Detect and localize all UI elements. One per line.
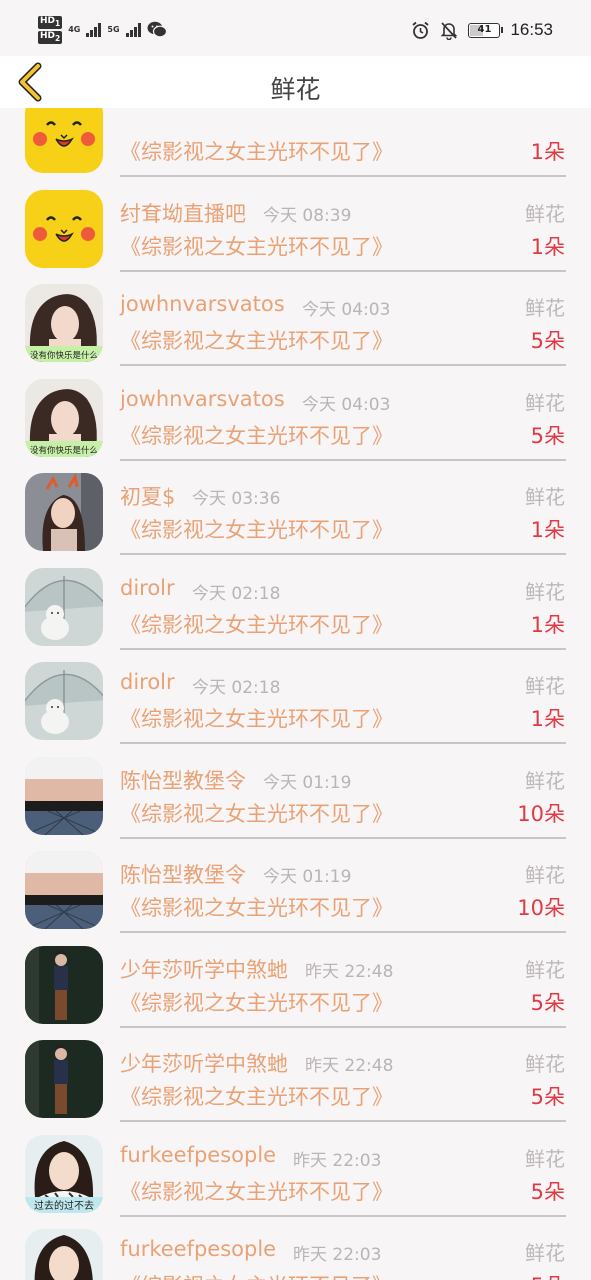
gift-type-label: 鲜花 <box>525 863 565 887</box>
hd1-text: HD <box>40 16 56 26</box>
user-name[interactable]: 纣耷坳直播吧 <box>120 198 246 228</box>
screen: HD1 HD2 4G 5G 41 16:53 《综影视之女主光环不见了》 1朵 … <box>0 0 591 1280</box>
user-name[interactable]: 陈怡型教堡令 <box>120 765 246 795</box>
user-name[interactable]: dirolr <box>120 576 175 600</box>
flower-list: 《综影视之女主光环不见了》 1朵 纣耷坳直播吧 今天 08:39 鲜花 《综影视… <box>0 67 591 1280</box>
user-name[interactable]: 少年莎听学中煞虵 <box>120 1048 288 1078</box>
user-name[interactable]: 少年莎听学中煞虵 <box>120 954 288 984</box>
gift-type-label: 鲜花 <box>525 579 565 604</box>
gift-type-label: 鲜花 <box>525 296 565 320</box>
gift-time: 今天 08:39 <box>263 205 352 226</box>
hd-indicators: HD1 HD2 <box>38 16 63 44</box>
gift-type-label: 鲜花 <box>525 1052 565 1076</box>
gift-time: 今天 03:36 <box>192 489 281 509</box>
alarm-icon <box>412 21 430 39</box>
mute-bell-icon <box>441 21 458 40</box>
list-item[interactable]: 少年莎听学中煞虵 昨天 22:48 鲜花 《综影视之女主光环不见了》 5朵 <box>0 918 591 1028</box>
gift-type-label: 鲜花 <box>525 1241 565 1265</box>
user-name[interactable]: furkeefpesople <box>120 1143 276 1167</box>
gift-type-label: 鲜花 <box>525 485 565 509</box>
hd1-sub: 1 <box>55 18 61 28</box>
gift-time: 今天 02:18 <box>192 678 281 698</box>
hd2-badge: HD2 <box>38 30 63 44</box>
gift-time: 今天 04:03 <box>302 394 391 415</box>
gift-time: 今天 04:03 <box>302 300 391 320</box>
user-name[interactable]: furkeefpesople <box>120 1237 276 1261</box>
gift-time: 昨天 22:48 <box>305 1056 394 1076</box>
gift-type-label: 鲜花 <box>525 1146 565 1171</box>
gift-type-label: 鲜花 <box>525 674 565 698</box>
hd2-sub: 2 <box>55 33 61 43</box>
list-item[interactable]: 过去的过不去 furkeefpesople 昨天 22:03 鲜花 《综影视之女… <box>0 1107 591 1217</box>
signal-1-icon <box>86 22 102 37</box>
list-item[interactable]: 没有你快乐是什么 jowhnvarsvatos 今天 04:03 鲜花 《综影视… <box>0 351 591 461</box>
avatar[interactable]: 过去的过不去 <box>25 1229 103 1280</box>
user-name[interactable]: dirolr <box>120 670 175 694</box>
status-bar: HD1 HD2 4G 5G 41 16:53 <box>0 0 591 62</box>
user-name[interactable]: 陈怡型教堡令 <box>120 859 246 889</box>
gift-time: 昨天 22:03 <box>293 1245 382 1265</box>
nav-header: 鲜花 <box>0 56 591 108</box>
user-name[interactable]: 初夏$ <box>120 481 175 511</box>
gift-type-label: 鲜花 <box>525 768 565 793</box>
gift-time: 昨天 22:03 <box>293 1150 382 1171</box>
flower-count: 5朵 <box>531 1270 565 1280</box>
status-right: 41 16:53 <box>411 20 553 40</box>
list-item[interactable]: 陈怡型教堡令 今天 01:19 鲜花 《综影视之女主光环不见了》 10朵 <box>0 823 591 933</box>
gift-type-label: 鲜花 <box>525 957 565 982</box>
list-item[interactable]: 没有你快乐是什么 jowhnvarsvatos 今天 04:03 鲜花 《综影视… <box>0 256 591 366</box>
list-item[interactable]: 过去的过不去 furkeefpesople 昨天 22:03 鲜花 《综影视之女… <box>0 1201 591 1280</box>
list-item[interactable]: dirolr 今天 02:18 鲜花 《综影视之女主光环不见了》 1朵 <box>0 540 591 650</box>
list-item[interactable]: 陈怡型教堡令 今天 01:19 鲜花 《综影视之女主光环不见了》 10朵 <box>0 729 591 839</box>
list-item[interactable]: 少年莎听学中煞虵 昨天 22:48 鲜花 《综影视之女主光环不见了》 5朵 <box>0 1012 591 1122</box>
list-item[interactable]: dirolr 今天 02:18 鲜花 《综影视之女主光环不见了》 1朵 <box>0 634 591 744</box>
hd1-badge: HD1 <box>38 16 63 29</box>
page-title: 鲜花 <box>270 75 321 104</box>
gift-time: 今天 01:19 <box>263 867 352 887</box>
gift-type-label: 鲜花 <box>525 390 565 415</box>
battery-icon: 41 <box>468 22 504 38</box>
gift-time: 今天 02:18 <box>192 583 281 604</box>
list-item[interactable]: 纣耷坳直播吧 今天 08:39 鲜花 《综影视之女主光环不见了》 1朵 <box>0 162 591 272</box>
signal-2-icon <box>125 22 141 37</box>
wechat-icon <box>147 22 167 38</box>
network-5g-label: 5G <box>107 25 120 35</box>
gift-time: 今天 01:19 <box>263 772 352 793</box>
status-left: HD1 HD2 4G 5G <box>38 16 167 44</box>
user-name[interactable]: jowhnvarsvatos <box>120 387 285 411</box>
gift-time: 昨天 22:48 <box>305 961 394 982</box>
user-name[interactable]: jowhnvarsvatos <box>120 292 285 316</box>
network-4g-label: 4G <box>68 25 81 35</box>
work-title[interactable]: 《综影视之女主光环不见了》 <box>120 1270 393 1280</box>
clock: 16:53 <box>510 20 553 39</box>
hd2-text: HD <box>40 30 56 41</box>
gift-type-label: 鲜花 <box>525 201 565 226</box>
list-item[interactable]: 初夏$ 今天 03:36 鲜花 《综影视之女主光环不见了》 1朵 <box>0 445 591 555</box>
battery-level: 41 <box>477 23 492 35</box>
